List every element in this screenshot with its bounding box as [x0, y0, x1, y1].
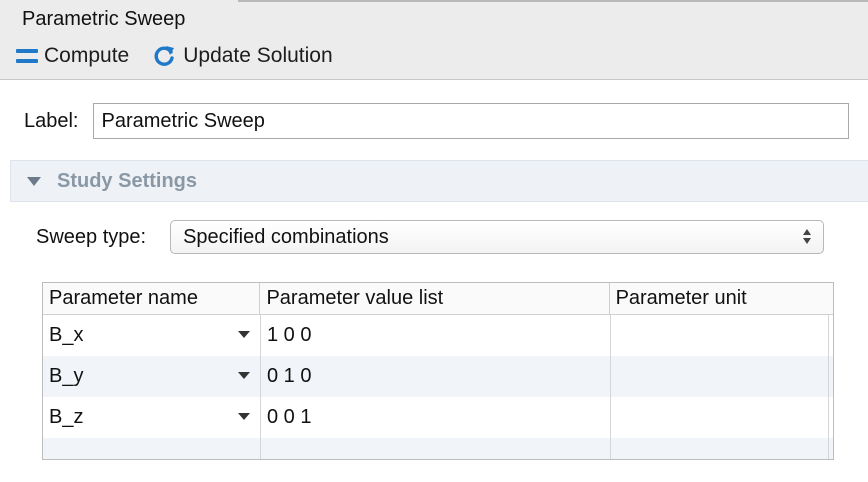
- parameter-name-text: B_z: [49, 406, 84, 428]
- sweep-type-label: Sweep type:: [36, 225, 147, 248]
- sweep-type-select[interactable]: Specified combinations: [170, 220, 825, 254]
- header-top-border: [238, 0, 868, 2]
- parameter-name-cell[interactable]: B_x: [43, 315, 261, 356]
- section-title: Study Settings: [57, 169, 198, 192]
- collapse-triangle-icon[interactable]: [27, 176, 41, 186]
- parameter-unit-cell[interactable]: [611, 356, 829, 397]
- parameter-value-cell[interactable]: 0 1 0: [261, 356, 611, 397]
- study-settings-section-header[interactable]: Study Settings: [10, 160, 868, 202]
- parameter-name-cell[interactable]: B_y: [43, 356, 261, 397]
- table-row-empty[interactable]: [43, 438, 833, 459]
- dropdown-arrow-icon[interactable]: [238, 372, 250, 379]
- label-caption: Label:: [24, 109, 79, 132]
- update-solution-label: Update Solution: [183, 44, 333, 67]
- sweep-type-row: Sweep type: Specified combinations: [36, 220, 825, 254]
- empty-cell[interactable]: [261, 438, 611, 459]
- update-solution-button[interactable]: Update Solution: [147, 42, 336, 70]
- table-row[interactable]: B_y 0 1 0: [43, 356, 833, 397]
- parameter-name-text: B_x: [49, 324, 84, 346]
- label-input[interactable]: [92, 103, 849, 139]
- parameter-value-cell[interactable]: 1 0 0: [261, 315, 611, 356]
- parameter-unit-cell[interactable]: [611, 315, 829, 356]
- parameter-value-cell[interactable]: 0 0 1: [261, 397, 611, 438]
- compute-icon: [16, 49, 38, 63]
- empty-cell[interactable]: [611, 438, 829, 459]
- dropdown-arrow-icon[interactable]: [238, 413, 250, 420]
- parameter-name-cell[interactable]: B_z: [43, 397, 261, 438]
- sweep-type-selected: Specified combinations: [183, 225, 389, 248]
- column-header-parameter-unit[interactable]: Parameter unit: [610, 283, 827, 314]
- dropdown-arrow-icon[interactable]: [238, 331, 250, 338]
- settings-header: Parametric Sweep Compute Update Solution: [0, 0, 868, 80]
- empty-cell[interactable]: [43, 438, 261, 459]
- parameter-unit-cell[interactable]: [611, 397, 829, 438]
- parameter-table: Parameter name Parameter value list Para…: [42, 282, 834, 460]
- table-header-row: Parameter name Parameter value list Para…: [43, 283, 833, 315]
- refresh-icon: [154, 46, 175, 66]
- label-row: Label:: [24, 103, 849, 139]
- select-arrows-icon: [803, 229, 812, 245]
- compute-label: Compute: [44, 44, 130, 67]
- toolbar: Compute Update Solution: [12, 42, 351, 70]
- parameter-name-text: B_y: [49, 365, 84, 387]
- column-header-parameter-value-list[interactable]: Parameter value list: [260, 283, 610, 314]
- window-title: Parametric Sweep: [22, 8, 186, 30]
- table-row[interactable]: B_z 0 0 1: [43, 397, 833, 438]
- table-row[interactable]: B_x 1 0 0: [43, 315, 833, 356]
- column-header-parameter-name[interactable]: Parameter name: [43, 283, 261, 314]
- compute-button[interactable]: Compute: [12, 42, 133, 70]
